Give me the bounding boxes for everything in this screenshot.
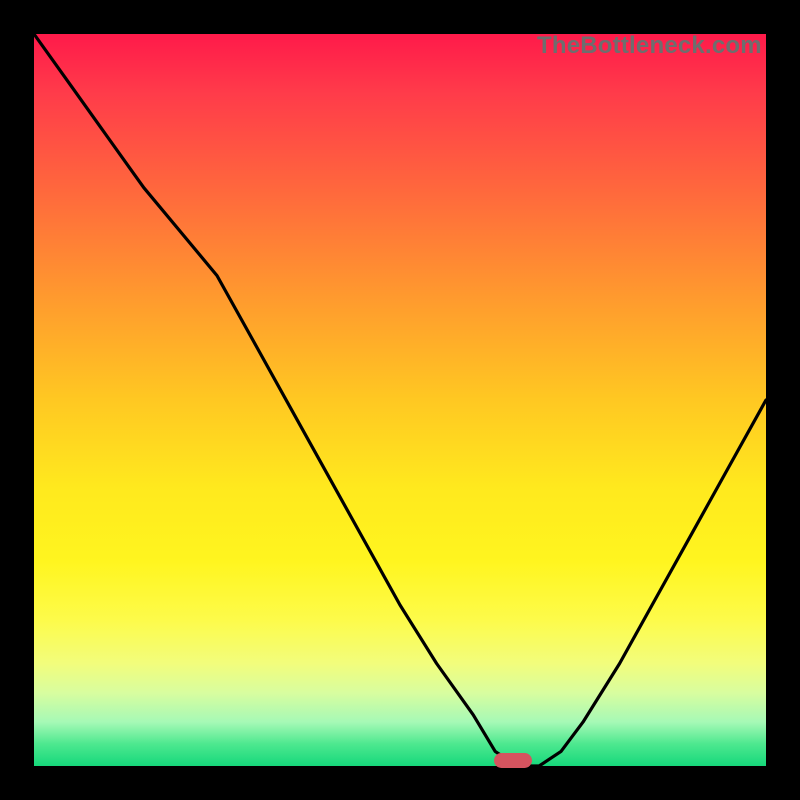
chart-frame: TheBottleneck.com [0,0,800,800]
bottleneck-curve [34,34,766,766]
curve-layer [0,0,800,800]
optimal-marker [494,753,532,768]
